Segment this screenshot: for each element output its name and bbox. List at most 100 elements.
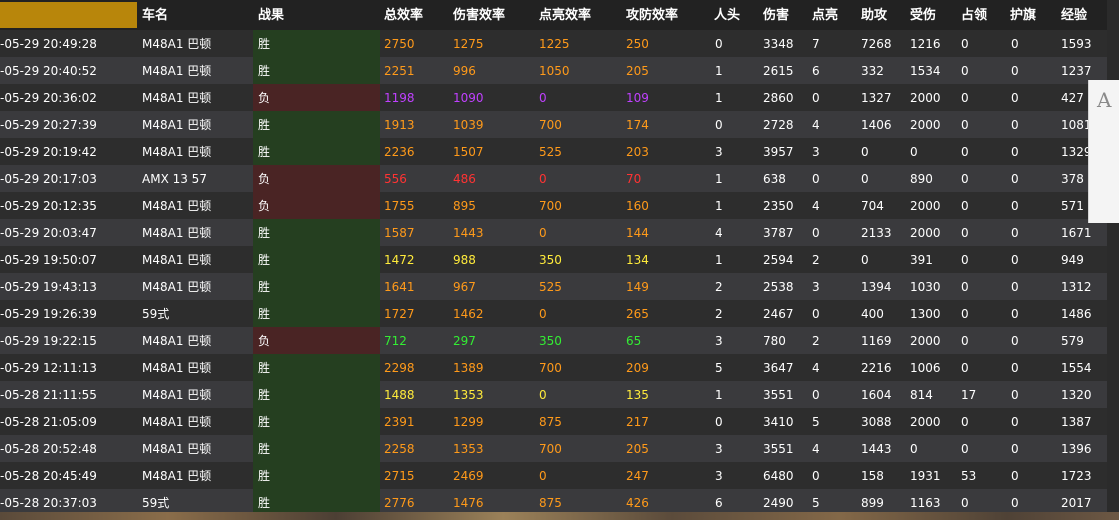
result-cell: 负 <box>253 192 380 219</box>
result-label: 胜 <box>258 226 271 240</box>
table-row[interactable]: 胜 -05-29 19:26:39 59式 1727 1462 0 265 2 2467 0 400… <box>0 300 1107 327</box>
xp-cell: 1329 <box>1061 145 1092 159</box>
total-cell: 1755 <box>384 199 415 213</box>
table-row[interactable]: 负 -05-29 19:22:15 M48A1 巴顿 712 297 350 65 3 780 2… <box>0 327 1107 354</box>
header-defend[interactable]: 护旗 <box>1010 0 1036 30</box>
table-row[interactable]: 负 -05-29 20:17:03 AMX 13 57 556 486 0 70 1 638 0 0… <box>0 165 1107 192</box>
background-image-strip <box>0 512 1119 520</box>
def-eff-cell: 426 <box>626 496 649 510</box>
spots-cell: 0 <box>812 388 820 402</box>
result-cell: 胜 <box>253 219 380 246</box>
result-label: 胜 <box>258 496 271 510</box>
total-cell: 2750 <box>384 37 415 51</box>
time-cell: -05-29 20:19:42 <box>0 145 97 159</box>
result-label: 胜 <box>258 388 271 402</box>
table-row[interactable]: 胜 -05-29 20:27:39 M48A1 巴顿 1913 1039 700 174 0 2… <box>0 111 1107 138</box>
capture-cell: 0 <box>961 253 969 267</box>
damage-eff-cell: 2469 <box>453 469 484 483</box>
time-column-header[interactable] <box>0 2 137 28</box>
font-size-icon[interactable]: A <box>1097 88 1111 112</box>
def-eff-cell: 203 <box>626 145 649 159</box>
header-capture[interactable]: 占领 <box>961 0 987 30</box>
table-row[interactable]: 负 -05-29 20:12:35 M48A1 巴顿 1755 895 700 160 1 23… <box>0 192 1107 219</box>
total-cell: 1641 <box>384 280 415 294</box>
spot-eff-cell: 0 <box>539 307 547 321</box>
defend-cell: 0 <box>1011 199 1019 213</box>
header-assist[interactable]: 助攻 <box>861 0 887 30</box>
table-row[interactable]: 胜 -05-28 21:05:09 M48A1 巴顿 2391 1299 875 217 0 3… <box>0 408 1107 435</box>
table-row[interactable]: 胜 -05-29 20:40:52 M48A1 巴顿 2251 996 1050 205 1 2… <box>0 57 1107 84</box>
taken-cell: 1534 <box>910 64 941 78</box>
damage-cell: 2467 <box>763 307 794 321</box>
side-panel: A <box>1088 80 1119 223</box>
table-row[interactable]: 胜 -05-29 19:43:13 M48A1 巴顿 1641 967 525 149 2 25… <box>0 273 1107 300</box>
damage-eff-cell: 1090 <box>453 91 484 105</box>
damage-eff-cell: 1507 <box>453 145 484 159</box>
table-row[interactable]: 胜 -05-29 12:11:13 M48A1 巴顿 2298 1389 700 209 5 3… <box>0 354 1107 381</box>
taken-cell: 2000 <box>910 91 941 105</box>
time-cell: -05-29 12:11:13 <box>0 361 97 375</box>
header-damage[interactable]: 伤害 <box>763 0 789 30</box>
taken-cell: 1030 <box>910 280 941 294</box>
spot-eff-cell: 525 <box>539 145 562 159</box>
taken-cell: 391 <box>910 253 933 267</box>
kills-cell: 1 <box>715 172 723 186</box>
table-row[interactable]: 负 -05-29 20:36:02 M48A1 巴顿 1198 1090 0 109 1 286… <box>0 84 1107 111</box>
taken-cell: 1931 <box>910 469 941 483</box>
header-total-eff[interactable]: 总效率 <box>384 0 423 30</box>
header-def-eff[interactable]: 攻防效率 <box>626 0 678 30</box>
damage-cell: 3957 <box>763 145 794 159</box>
table-row[interactable]: 胜 -05-28 20:37:03 59式 2776 1476 875 426 6 2490 5 8… <box>0 489 1107 512</box>
kills-cell: 1 <box>715 199 723 213</box>
def-eff-cell: 205 <box>626 442 649 456</box>
table-row[interactable]: 胜 -05-29 20:49:28 M48A1 巴顿 2750 1275 1225 250 0… <box>0 30 1107 57</box>
table-row[interactable]: 胜 -05-29 20:19:42 M48A1 巴顿 2236 1507 525 203 3 3… <box>0 138 1107 165</box>
header-spots[interactable]: 点亮 <box>812 0 838 30</box>
header-tank[interactable]: 车名 <box>142 0 168 30</box>
capture-cell: 0 <box>961 37 969 51</box>
kills-cell: 2 <box>715 280 723 294</box>
header-xp[interactable]: 经验 <box>1061 0 1087 30</box>
result-label: 负 <box>258 172 271 186</box>
tank-cell: M48A1 巴顿 <box>142 145 212 159</box>
tank-cell: M48A1 巴顿 <box>142 469 212 483</box>
table-row[interactable]: 胜 -05-29 20:03:47 M48A1 巴顿 1587 1443 0 144 4 378… <box>0 219 1107 246</box>
xp-cell: 579 <box>1061 334 1084 348</box>
time-cell: -05-29 19:26:39 <box>0 307 97 321</box>
result-label: 胜 <box>258 253 271 267</box>
result-label: 胜 <box>258 64 271 78</box>
taken-cell: 2000 <box>910 199 941 213</box>
table-row[interactable]: 胜 -05-28 21:11:55 M48A1 巴顿 1488 1353 0 135 1 355… <box>0 381 1107 408</box>
result-cell: 胜 <box>253 30 380 57</box>
spots-cell: 5 <box>812 415 820 429</box>
defend-cell: 0 <box>1011 496 1019 510</box>
spots-cell: 2 <box>812 334 820 348</box>
taken-cell: 2000 <box>910 334 941 348</box>
spot-eff-cell: 0 <box>539 172 547 186</box>
xp-cell: 1320 <box>1061 388 1092 402</box>
spots-cell: 0 <box>812 91 820 105</box>
spot-eff-cell: 0 <box>539 469 547 483</box>
spot-eff-cell: 700 <box>539 118 562 132</box>
result-cell: 负 <box>253 84 380 111</box>
header-spot-eff[interactable]: 点亮效率 <box>539 0 591 30</box>
time-cell: -05-29 19:43:13 <box>0 280 97 294</box>
spots-cell: 0 <box>812 226 820 240</box>
xp-cell: 2017 <box>1061 496 1092 510</box>
capture-cell: 53 <box>961 469 977 483</box>
header-damage-eff[interactable]: 伤害效率 <box>453 0 505 30</box>
xp-cell: 1396 <box>1061 442 1092 456</box>
header-result[interactable]: 战果 <box>258 0 284 30</box>
result-cell: 胜 <box>253 408 380 435</box>
spot-eff-cell: 0 <box>539 91 547 105</box>
table-row[interactable]: 胜 -05-28 20:52:48 M48A1 巴顿 2258 1353 700 205 3 3… <box>0 435 1107 462</box>
spots-cell: 3 <box>812 280 820 294</box>
tank-cell: M48A1 巴顿 <box>142 415 212 429</box>
tank-cell: M48A1 巴顿 <box>142 37 212 51</box>
table-row[interactable]: 胜 -05-28 20:45:49 M48A1 巴顿 2715 2469 0 247 3 648… <box>0 462 1107 489</box>
def-eff-cell: 134 <box>626 253 649 267</box>
header-taken[interactable]: 受伤 <box>910 0 936 30</box>
table-row[interactable]: 胜 -05-29 19:50:07 M48A1 巴顿 1472 988 350 134 1 25… <box>0 246 1107 273</box>
spots-cell: 4 <box>812 361 820 375</box>
header-kills[interactable]: 人头 <box>714 0 740 30</box>
